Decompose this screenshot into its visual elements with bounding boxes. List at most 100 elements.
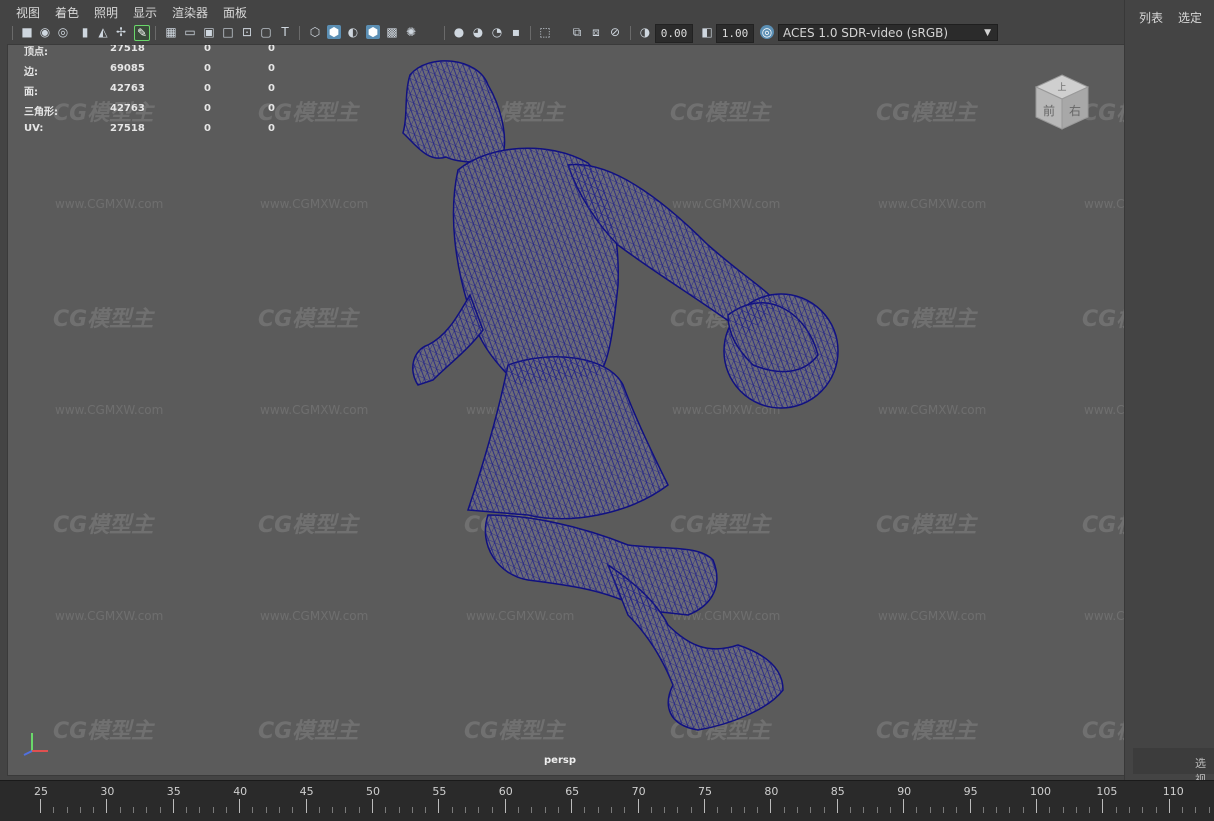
frame-tick-minor <box>186 807 188 813</box>
frame-tick-label: 80 <box>764 785 779 798</box>
frame-tick-minor <box>796 807 798 813</box>
wireframe-on-shaded-icon[interactable]: ⬢ <box>366 25 380 39</box>
frame-tick-major <box>571 799 573 813</box>
xray-icon[interactable]: ⧉ <box>570 25 584 39</box>
menu-view[interactable]: 视图 <box>16 4 40 21</box>
color-space-dropdown[interactable]: ACES 1.0 SDR-video (sRGB) ▼ <box>778 24 998 41</box>
frame-tick-minor <box>557 807 559 813</box>
multisample-icon[interactable]: ▪ <box>509 25 523 39</box>
camera-name-label: persp <box>544 755 576 766</box>
default-material-icon[interactable]: ◐ <box>346 25 360 39</box>
hud-row: UV: 27518 0 0 <box>24 123 284 143</box>
frame-tick-label: 100 <box>1030 785 1051 798</box>
perspective-viewport[interactable]: CG模型主 www.CGMXW.com CG模型主 www.CGMXW.com CG模型… <box>7 44 1125 776</box>
toolbar-separator <box>12 26 13 40</box>
menu-renderer[interactable]: 渲染器 <box>172 4 208 21</box>
exposure-icon[interactable]: ◑ <box>638 25 652 39</box>
frame-tick-minor <box>929 807 931 813</box>
frame-tick-minor <box>491 807 493 813</box>
frame-tick-minor <box>597 807 599 813</box>
menu-shading[interactable]: 着色 <box>55 4 79 21</box>
frame-tick-minor <box>385 807 387 813</box>
xray-components-icon[interactable]: ⊘ <box>608 25 622 39</box>
image-plane-icon[interactable]: ◭ <box>96 25 110 39</box>
wireframe-icon[interactable]: ⬡ <box>308 25 322 39</box>
camera-icon[interactable]: ■ <box>20 25 34 39</box>
film-gate-icon[interactable]: ▭ <box>183 25 197 39</box>
frame-tick-minor <box>93 807 95 813</box>
hud-value: 0 <box>268 83 275 94</box>
menu-selected[interactable]: 选定 <box>1178 9 1202 26</box>
hud-value: 42763 <box>110 103 145 114</box>
gamma-field[interactable]: 1.00 <box>716 24 754 43</box>
chevron-down-icon: ▼ <box>984 28 991 38</box>
safe-action-icon[interactable]: ▢ <box>259 25 273 39</box>
frame-tick-minor <box>464 807 466 813</box>
shadows-icon[interactable]: ● <box>452 25 466 39</box>
exposure-field[interactable]: 0.00 <box>655 24 693 43</box>
isolate-select-icon[interactable]: ⬚ <box>538 25 552 39</box>
frame-tick-minor <box>664 807 666 813</box>
frame-tick-major <box>438 799 440 813</box>
frame-tick-minor <box>956 807 958 813</box>
field-chart-icon[interactable]: ⊡ <box>240 25 254 39</box>
basketball-player-wireframe[interactable] <box>8 45 1124 775</box>
frame-tick-minor <box>1195 807 1197 813</box>
textured-icon[interactable]: ▩ <box>385 25 399 39</box>
frame-tick-minor <box>1022 807 1024 813</box>
ambient-occlusion-icon[interactable]: ◕ <box>471 25 485 39</box>
hud-value: 0 <box>268 123 275 134</box>
frame-tick-label: 50 <box>366 785 380 798</box>
viewcube-right-label: 右 <box>1069 103 1081 118</box>
frame-tick-major <box>504 799 506 813</box>
frame-tick-minor <box>265 807 267 813</box>
frame-tick-label: 60 <box>498 785 513 798</box>
lights-icon[interactable]: ✺ <box>404 25 418 39</box>
axis-gizmo <box>23 733 48 756</box>
resolution-gate-icon[interactable]: ▣ <box>202 25 216 39</box>
hud-row: 顶点: 27518 0 0 <box>24 44 284 63</box>
frame-tick-minor <box>411 807 413 813</box>
bookmark-icon[interactable]: ▮ <box>78 25 92 39</box>
menu-panels[interactable]: 面板 <box>223 4 247 21</box>
view-cube[interactable]: 上 前 右 <box>1032 71 1092 131</box>
xray-joints-icon[interactable]: ⧈ <box>589 25 603 39</box>
hud-value: 0 <box>204 103 211 114</box>
menu-show[interactable]: 显示 <box>133 4 157 21</box>
frame-tick-major <box>770 799 772 813</box>
camera-attributes-icon[interactable]: ◉ <box>38 25 52 39</box>
grid-icon[interactable]: ▦ <box>164 25 178 39</box>
smooth-shade-icon[interactable]: ⬢ <box>327 25 341 39</box>
frame-tick-minor <box>916 807 918 813</box>
frame-tick-label: 25 <box>34 785 48 798</box>
hud-value: 0 <box>268 103 275 114</box>
time-slider[interactable]: 25 30 35 40 45 50 55 60 65 70 75 80 85 90 95 100 105 110 <box>0 780 1214 821</box>
frame-tick-minor <box>332 807 334 813</box>
frame-tick-minor <box>1062 807 1064 813</box>
frame-tick-minor <box>1075 807 1077 813</box>
frame-tick-minor <box>982 807 984 813</box>
hud-value: 27518 <box>110 44 145 54</box>
grease-pencil-icon[interactable]: ✎ <box>134 25 150 41</box>
color-management-icon[interactable]: ◎ <box>760 25 774 39</box>
viewport-menubar: 视图 着色 照明 显示 渲染器 面板 <box>0 0 1124 22</box>
hud-value: 0 <box>204 83 211 94</box>
menu-lighting[interactable]: 照明 <box>94 4 118 21</box>
2d-pan-zoom-icon[interactable]: ✢ <box>114 25 128 39</box>
toolbar-separator <box>155 26 156 40</box>
gate-mask-icon[interactable]: □ <box>221 25 235 39</box>
frame-tick-minor <box>690 807 692 813</box>
frame-tick-minor <box>1208 807 1210 813</box>
gamma-icon[interactable]: ◧ <box>700 25 714 39</box>
frame-tick-minor <box>279 807 281 813</box>
viewcube-top-label: 上 <box>1057 82 1066 93</box>
menu-list[interactable]: 列表 <box>1139 9 1163 26</box>
frame-tick-major <box>969 799 971 813</box>
frame-tick-minor <box>1182 807 1184 813</box>
frame-tick-label: 65 <box>565 785 580 798</box>
frame-tick-label: 95 <box>963 785 978 798</box>
bookmark-camera-icon[interactable]: ◎ <box>56 25 70 39</box>
hud-row: 三角形: 42763 0 0 <box>24 103 284 123</box>
safe-title-icon[interactable]: T <box>278 25 292 39</box>
motion-blur-icon[interactable]: ◔ <box>490 25 504 39</box>
